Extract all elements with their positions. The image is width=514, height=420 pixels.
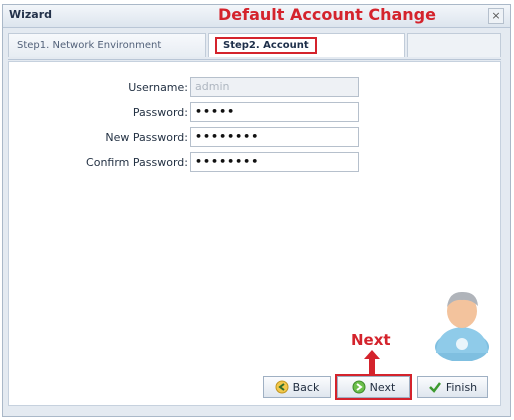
confirm-password-field[interactable]: •••••••• xyxy=(190,152,359,172)
finish-button[interactable]: Finish xyxy=(417,376,488,398)
tab-strip-filler xyxy=(407,33,501,57)
password-row: Password: ••••• xyxy=(9,102,502,124)
account-panel: Username: admin Password: ••••• New Pass… xyxy=(8,61,501,406)
tab-account[interactable]: Step2. Account xyxy=(208,33,405,57)
annotation-next: Next xyxy=(351,331,391,349)
finish-button-label: Finish xyxy=(445,380,478,394)
tab-network-environment[interactable]: Step1. Network Environment xyxy=(8,33,206,57)
next-button-label: Next xyxy=(369,380,396,394)
back-button-label: Back xyxy=(292,380,320,394)
tab-strip: Step1. Network Environment Step2. Accoun… xyxy=(8,33,501,60)
new-password-field[interactable]: •••••••• xyxy=(190,127,359,147)
user-avatar-icon xyxy=(435,291,489,361)
back-arrow-icon xyxy=(275,380,289,394)
back-button[interactable]: Back xyxy=(263,376,331,398)
tab-label: Step1. Network Environment xyxy=(17,40,162,51)
up-arrow-icon xyxy=(364,350,380,374)
close-button[interactable]: × xyxy=(488,8,504,24)
checkmark-icon xyxy=(428,382,441,393)
username-label: Username: xyxy=(128,81,188,94)
new-password-row: New Password: •••••••• xyxy=(9,127,502,149)
password-field[interactable]: ••••• xyxy=(190,102,359,122)
confirm-password-label: Confirm Password: xyxy=(86,156,188,169)
tab-label: Step2. Account xyxy=(215,37,317,54)
new-password-label: New Password: xyxy=(105,131,188,144)
confirm-password-row: Confirm Password: •••••••• xyxy=(9,152,502,174)
annotation-title: Default Account Change xyxy=(218,5,436,24)
username-row: Username: admin xyxy=(9,77,502,99)
username-field: admin xyxy=(190,77,359,97)
next-button[interactable]: Next xyxy=(335,374,412,400)
next-arrow-icon xyxy=(352,380,366,394)
window-title: Wizard xyxy=(9,8,53,21)
password-label: Password: xyxy=(132,106,188,119)
